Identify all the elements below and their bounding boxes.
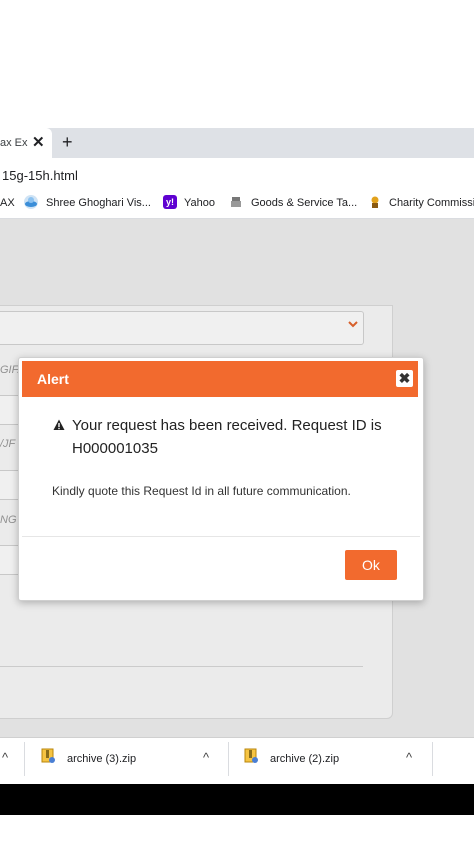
url-text[interactable]: 15g-15h.html: [2, 168, 78, 183]
zip-file-icon: [41, 748, 56, 764]
chevron-up-icon[interactable]: ^: [406, 750, 412, 765]
close-icon[interactable]: ✖: [396, 370, 413, 387]
chevron-up-icon[interactable]: ^: [2, 750, 8, 765]
warning-icon: [53, 418, 65, 430]
bookmark-yahoo[interactable]: Yahoo: [184, 197, 215, 209]
download-item-name[interactable]: archive (2).zip: [270, 753, 339, 765]
alert-title: Alert: [37, 371, 69, 387]
globe-icon: [24, 195, 38, 209]
bookmark-ax[interactable]: AX: [0, 197, 15, 209]
divider: [22, 536, 420, 537]
bookmark-charity[interactable]: Charity Commissio: [389, 197, 474, 209]
tab-close-icon[interactable]: ✕: [32, 133, 45, 151]
chevron-up-icon[interactable]: ^: [203, 750, 209, 765]
emblem-icon: [229, 195, 243, 209]
bookmark-gst[interactable]: Goods & Service Ta...: [251, 197, 357, 209]
new-tab-button[interactable]: +: [62, 132, 73, 153]
ok-button[interactable]: Ok: [345, 550, 397, 580]
tab-title: ax Ex: [0, 137, 28, 149]
alert-header: [22, 361, 418, 397]
alert-message: Your request has been received. Request …: [72, 417, 382, 457]
bookmark-shree-ghoghari[interactable]: Shree Ghoghari Vis...: [46, 197, 151, 209]
separator: [228, 742, 229, 776]
download-item-name[interactable]: archive (3).zip: [67, 753, 136, 765]
zip-file-icon: [244, 748, 259, 764]
charity-icon: [368, 195, 382, 209]
separator: [432, 742, 433, 776]
alert-note: Kindly quote this Request Id in all futu…: [52, 484, 351, 498]
taskbar: [0, 784, 474, 815]
separator: [24, 742, 25, 776]
yahoo-icon: y!: [163, 195, 177, 209]
